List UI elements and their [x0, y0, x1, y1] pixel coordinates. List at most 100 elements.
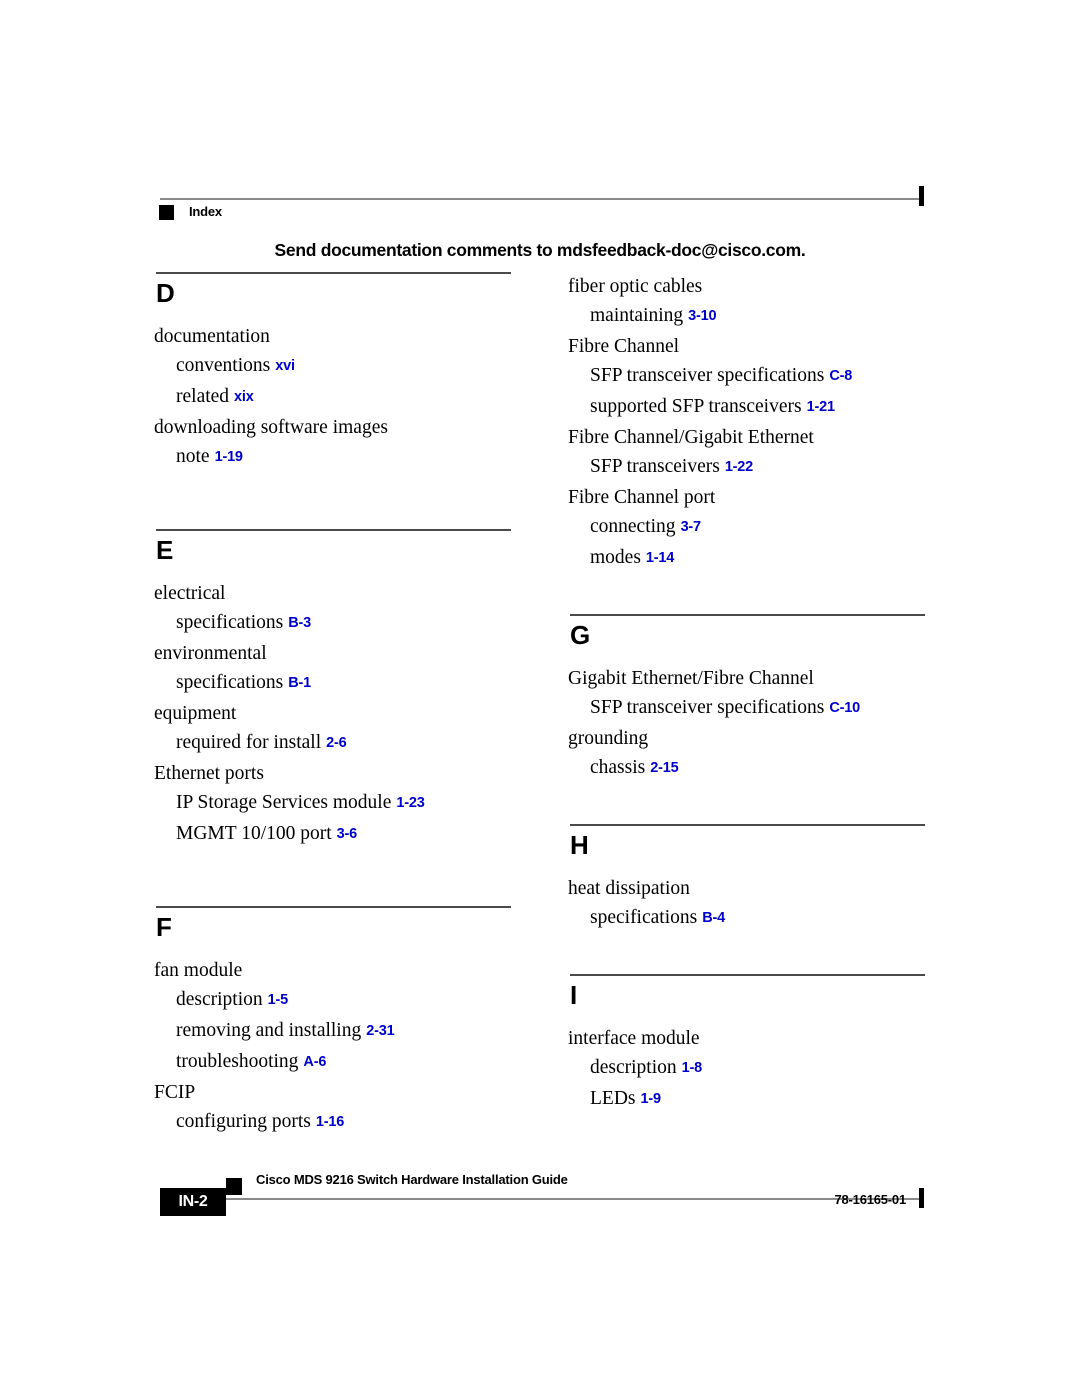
index-term: description: [176, 989, 263, 1010]
index-entry: Fibre Channel: [568, 332, 923, 361]
letter-heading-e: E: [156, 535, 174, 565]
page-reference[interactable]: 1-8: [677, 1060, 703, 1076]
index-term: interface module: [568, 1028, 700, 1049]
letter-heading-h: H: [570, 830, 589, 860]
page-reference[interactable]: 1-16: [311, 1114, 344, 1130]
index-entry: removing and installing 2-31: [176, 1016, 509, 1047]
index-term: grounding: [568, 728, 649, 749]
letter-block-g: G Gigabit Ethernet/Fibre Channel SFP tra…: [568, 614, 925, 784]
page-reference[interactable]: B-1: [283, 675, 311, 691]
index-term: removing and installing: [176, 1020, 362, 1041]
page-reference[interactable]: 1-21: [802, 399, 835, 415]
index-entry: connecting 3-7: [590, 512, 923, 543]
letter-block-i: I interface module description 1-8 LEDs 1-…: [568, 974, 925, 1115]
page-reference[interactable]: 2-15: [645, 760, 678, 776]
index-entry: fiber optic cables: [568, 272, 923, 301]
letter-rule: [156, 272, 511, 274]
index-entry: maintaining 3-10: [590, 301, 923, 332]
index-entry: Fibre Channel port: [568, 483, 923, 512]
index-term: troubleshooting: [176, 1051, 299, 1072]
index-term: MGMT 10/100 port: [176, 823, 332, 844]
index-term: specifications: [176, 672, 284, 693]
page-reference[interactable]: xvi: [270, 358, 295, 374]
index-entry: electrical: [154, 579, 509, 608]
page-reference[interactable]: C-8: [824, 368, 852, 384]
page-reference[interactable]: 1-22: [720, 459, 753, 475]
letter-block-h: H heat dissipation specifications B-4: [568, 824, 925, 934]
letter-block-d: D documentation conventions xvi related xi…: [154, 272, 511, 473]
index-entry: required for install 2-6: [176, 728, 509, 759]
page-reference[interactable]: 3-7: [676, 519, 702, 535]
header-rule-end-cap: [919, 186, 924, 206]
index-term: related: [176, 386, 230, 407]
page-reference[interactable]: B-4: [697, 910, 725, 926]
index-entry: documentation: [154, 322, 509, 351]
index-entry: environmental: [154, 639, 509, 668]
index-term: connecting: [590, 516, 676, 537]
index-entry: specifications B-4: [590, 903, 923, 934]
index-term: fiber optic cables: [568, 276, 703, 297]
index-entry: SFP transceiver specifications C-10: [590, 693, 923, 724]
letter-rule: [570, 974, 925, 976]
page-reference[interactable]: 3-10: [683, 308, 716, 324]
letter-heading-i: I: [570, 980, 578, 1010]
letter-heading-f: F: [156, 912, 172, 942]
black-square-icon: [159, 205, 174, 220]
index-entry: conventions xvi: [176, 351, 509, 382]
index-term: required for install: [176, 732, 322, 753]
index-term: SFP transceiver specifications: [590, 697, 825, 718]
page-reference[interactable]: 1-23: [391, 795, 424, 811]
page-reference[interactable]: 2-6: [321, 735, 347, 751]
index-entry: note 1-19: [176, 442, 509, 473]
footer-document-number: 78-16165-01: [834, 1192, 906, 1207]
index-term: conventions: [176, 355, 271, 376]
index-entry: grounding: [568, 724, 923, 753]
page-reference[interactable]: 1-5: [263, 992, 289, 1008]
index-entry: configuring ports 1-16: [176, 1107, 509, 1138]
index-entry: SFP transceivers 1-22: [590, 452, 923, 483]
page-reference[interactable]: 3-6: [332, 826, 358, 842]
page-reference[interactable]: 2-31: [361, 1023, 394, 1039]
index-entry: description 1-8: [590, 1053, 923, 1084]
page-reference[interactable]: 1-19: [210, 449, 243, 465]
index-entry: Gigabit Ethernet/Fibre Channel: [568, 664, 923, 693]
page-reference[interactable]: 1-9: [636, 1091, 662, 1107]
page-reference[interactable]: C-10: [824, 700, 860, 716]
index-entry: interface module: [568, 1024, 923, 1053]
index-term: chassis: [590, 757, 646, 778]
index-entry: LEDs 1-9: [590, 1084, 923, 1115]
index-entry: heat dissipation: [568, 874, 923, 903]
header-rule: [160, 198, 919, 200]
index-term: IP Storage Services module: [176, 792, 392, 813]
index-term: LEDs: [590, 1088, 636, 1109]
index-term: Fibre Channel/Gigabit Ethernet: [568, 427, 814, 448]
index-term: supported SFP transceivers: [590, 396, 802, 417]
index-entry: modes 1-14: [590, 543, 923, 574]
index-term: maintaining: [590, 305, 684, 326]
index-term: SFP transceiver specifications: [590, 365, 825, 386]
page-reference[interactable]: B-3: [283, 615, 311, 631]
footer-guide-title: Cisco MDS 9216 Switch Hardware Installat…: [256, 1172, 568, 1187]
index-entry: supported SFP transceivers 1-21: [590, 392, 923, 423]
page-reference[interactable]: 1-14: [641, 550, 674, 566]
index-entry: downloading software images: [154, 413, 509, 442]
index-entry: troubleshooting A-6: [176, 1047, 509, 1078]
running-head: Index: [189, 204, 222, 219]
page-reference[interactable]: A-6: [298, 1054, 326, 1070]
page-reference[interactable]: xix: [229, 389, 254, 405]
index-term: fan module: [154, 960, 243, 981]
index-term: equipment: [154, 703, 237, 724]
index-entry: SFP transceiver specifications C-8: [590, 361, 923, 392]
index-term: description: [590, 1057, 677, 1078]
index-term: downloading software images: [154, 417, 388, 438]
letter-heading-d: D: [156, 278, 175, 308]
letter-heading-g: G: [570, 620, 591, 650]
index-term: Fibre Channel: [568, 336, 680, 357]
index-term: configuring ports: [176, 1111, 311, 1132]
index-column-right: fiber optic cables maintaining 3-10 Fibre…: [568, 272, 925, 1115]
